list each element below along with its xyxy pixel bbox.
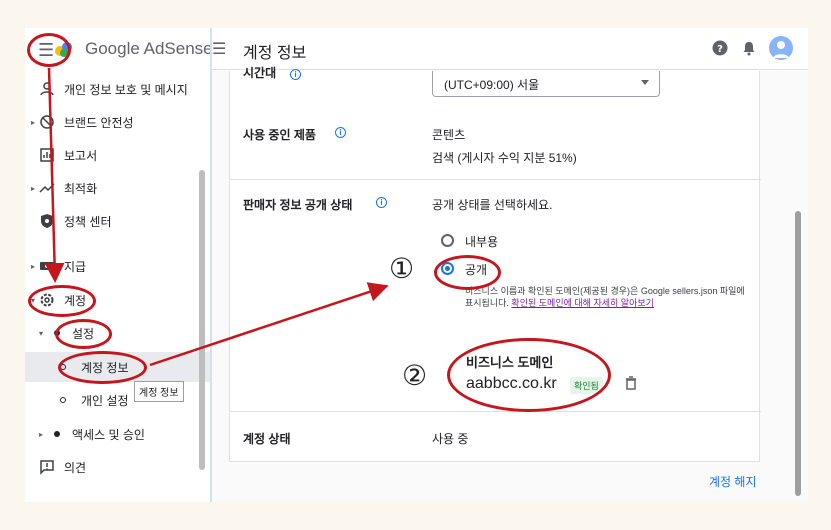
arrow-info-to-public: [149, 282, 389, 367]
annotation-arrows: [44, 67, 389, 367]
arrow-menu-to-account: [44, 67, 65, 283]
